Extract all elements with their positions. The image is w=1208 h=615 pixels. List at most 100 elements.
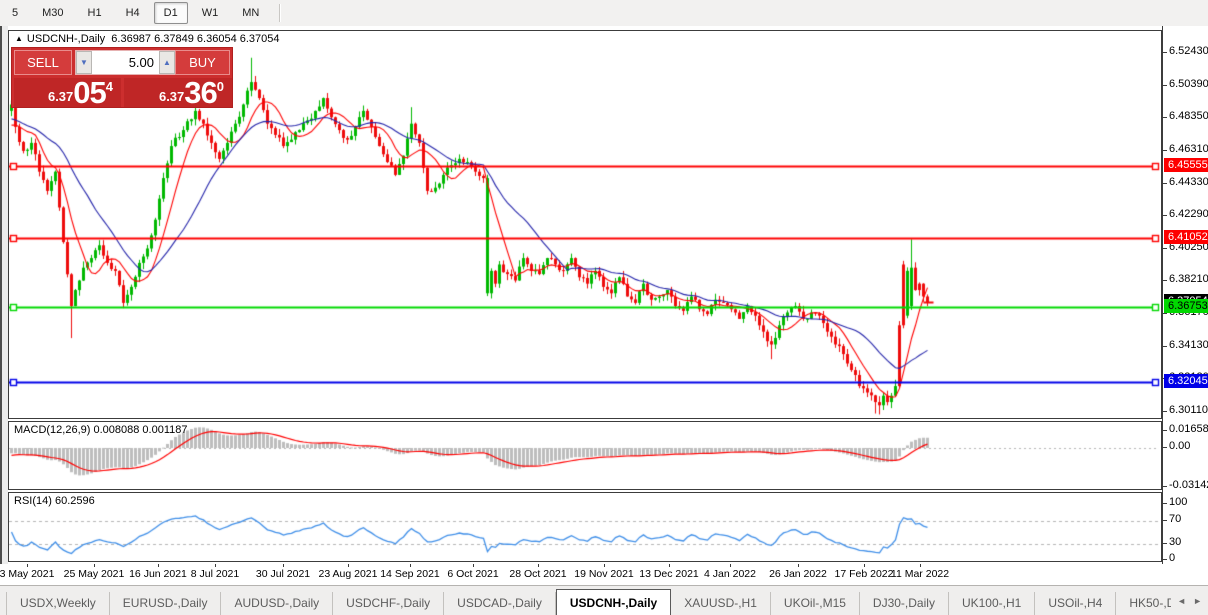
macd-axis-label: -0.031421 — [1169, 479, 1208, 491]
rsi-axis-tick — [1163, 520, 1167, 521]
chart-tab-dj30-daily[interactable]: DJ30-,Daily — [860, 592, 949, 615]
date-axis-label: 28 Oct 2021 — [509, 568, 567, 580]
date-axis-tick — [604, 564, 605, 567]
chart-tab-audusd-daily[interactable]: AUDUSD-,Daily — [221, 592, 334, 615]
chart-tab-eurusd-daily[interactable]: EURUSD-,Daily — [110, 592, 222, 615]
timeframe-button-h4[interactable]: H4 — [116, 2, 150, 24]
tab-scroll-left-button[interactable]: ◄ — [1177, 596, 1186, 606]
price-axis-label: 6.38210 — [1169, 273, 1208, 285]
rsi-label: RSI(14) 60.2596 — [14, 495, 95, 507]
chart-tab-hk50-daily[interactable]: HK50-,Daily — [1116, 592, 1171, 615]
chart-tab-xauusd-h1[interactable]: XAUUSD-,H1 — [671, 592, 771, 615]
buy-price-big: 36 — [184, 78, 217, 107]
date-axis-tick — [920, 564, 921, 567]
timeframe-button-5[interactable]: 5 — [2, 2, 28, 24]
price-axis-tick — [1163, 215, 1167, 216]
date-axis-tick — [730, 564, 731, 567]
date-axis-label: 11 Mar 2022 — [890, 568, 950, 580]
timeframe-button-h1[interactable]: H1 — [78, 2, 112, 24]
date-axis-tick — [158, 564, 159, 567]
price-axis-tick — [1163, 313, 1167, 314]
date-axis-tick — [348, 564, 349, 567]
chart-tab-usdx-weekly[interactable]: USDX,Weekly — [6, 592, 110, 615]
price-axis-tick — [1163, 280, 1167, 281]
price-axis-label: 6.42290 — [1169, 208, 1208, 220]
sell-price-superscript: 4 — [105, 79, 113, 94]
date-axis[interactable]: 3 May 2021 25 May 2021 16 Jun 2021 8 Jul 20… — [0, 564, 1162, 585]
chart-tab-usdchf-daily[interactable]: USDCHF-,Daily — [333, 592, 445, 615]
price-axis-label: 6.34130 — [1169, 339, 1208, 351]
date-axis-label: 13 Dec 2021 — [639, 568, 699, 580]
timeframe-toolbar: 5 M30 H1 H4 D1 W1 MN — [0, 0, 1208, 27]
price-axis-tick — [1163, 183, 1167, 184]
macd-indicator-pane: MACD(12,26,9) 0.008088 0.001187 — [8, 421, 1162, 490]
date-axis-tick — [864, 564, 865, 567]
date-axis-label: 30 Jul 2021 — [255, 568, 311, 580]
price-axis-label: 6.48350 — [1169, 110, 1208, 122]
chart-title-row: ▲ USDCNH-,Daily 6.36987 6.37849 6.36054 6… — [15, 33, 280, 45]
volume-increase-button[interactable]: ▲ — [159, 51, 175, 74]
buy-button[interactable]: BUY — [175, 50, 230, 75]
date-axis-label: 26 Jan 2022 — [769, 568, 827, 580]
resistance-line-tag-2: 6.41052 — [1164, 230, 1208, 244]
price-axis-label: 6.50390 — [1169, 78, 1208, 90]
timeframe-button-d1[interactable]: D1 — [153, 2, 188, 24]
rsi-axis-tick — [1163, 503, 1167, 504]
chart-tab-usoil-h4[interactable]: USOil-,H4 — [1035, 592, 1117, 615]
rsi-axis-tick — [1163, 559, 1167, 560]
macd-axis-tick — [1163, 486, 1167, 487]
chart-tab-usdcad-daily[interactable]: USDCAD-,Daily — [444, 592, 556, 615]
sell-price-big: 05 — [73, 78, 106, 107]
macd-axis-label: 0.016586 — [1169, 423, 1208, 435]
date-axis-label: 4 Jan 2022 — [704, 568, 756, 580]
toolbar-separator — [279, 4, 282, 22]
support-line-tag-green: 6.36753 — [1164, 299, 1208, 313]
price-axis-label: 6.52430 — [1169, 45, 1208, 57]
chart-tab-uk100-h1[interactable]: UK100-,H1 — [949, 592, 1036, 615]
one-click-trade-panel: SELL ▼ ▲ BUY 6.37054 6.37360 — [11, 47, 233, 108]
date-axis-tick — [538, 564, 539, 567]
timeframe-button-w1[interactable]: W1 — [192, 2, 229, 24]
buy-price-display[interactable]: 6.37360 — [124, 78, 232, 107]
date-axis-label: 23 Aug 2021 — [318, 568, 378, 580]
volume-input[interactable] — [92, 51, 159, 74]
price-axis-label: 6.44330 — [1169, 176, 1208, 188]
timeframe-button-mn[interactable]: MN — [232, 2, 269, 24]
price-axis-tick — [1163, 52, 1167, 53]
trading-terminal-window: 5 M30 H1 H4 D1 W1 MN ▲ USDCNH-,Daily 6.36987 6.… — [0, 0, 1208, 615]
price-axis-tick — [1163, 85, 1167, 86]
date-axis-tick — [283, 564, 284, 567]
rsi-axis-label: 0 — [1169, 552, 1176, 564]
date-axis-label: 17 Feb 2022 — [834, 568, 894, 580]
sell-price-display[interactable]: 6.37054 — [14, 78, 121, 107]
date-axis-tick — [94, 564, 95, 567]
price-axis-label: 6.30110 — [1169, 404, 1208, 416]
price-axis[interactable]: 6.52430 6.50390 6.48350 6.46310 6.44330 6.422… — [1162, 26, 1208, 564]
timeframe-button-m30[interactable]: M30 — [32, 2, 73, 24]
date-axis-label: 16 Jun 2021 — [129, 568, 187, 580]
date-axis-tick — [669, 564, 670, 567]
chart-collapse-icon[interactable]: ▲ — [15, 34, 23, 43]
rsi-axis-label: 100 — [1169, 496, 1188, 508]
rsi-axis-label: 30 — [1169, 536, 1182, 548]
price-axis-tick — [1163, 346, 1167, 347]
chart-tab-ukoil-m15[interactable]: UKOil-,M15 — [771, 592, 860, 615]
price-axis-tick — [1163, 248, 1167, 249]
chart-symbol-title: USDCNH-,Daily — [26, 33, 106, 45]
support-line-tag-blue: 6.32045 — [1164, 374, 1208, 388]
chart-tab-usdcnh-daily[interactable]: USDCNH-,Daily — [555, 589, 672, 615]
rsi-canvas[interactable] — [9, 493, 1161, 561]
macd-axis-label: 0.00 — [1169, 440, 1191, 452]
rsi-indicator-pane: RSI(14) 60.2596 — [8, 492, 1162, 562]
chart-tab-bar: USDX,Weekly EURUSD-,Daily AUDUSD-,Daily USD… — [0, 585, 1208, 615]
rsi-axis-label: 70 — [1169, 513, 1182, 525]
volume-decrease-button[interactable]: ▼ — [76, 51, 92, 74]
buy-price-superscript: 0 — [216, 79, 224, 94]
date-axis-tick — [215, 564, 216, 567]
tab-scroll-right-button[interactable]: ► — [1193, 596, 1202, 606]
date-axis-tick — [798, 564, 799, 567]
date-axis-tick — [410, 564, 411, 567]
sell-button[interactable]: SELL — [14, 50, 72, 75]
price-axis-tick — [1163, 117, 1167, 118]
date-axis-label: 8 Jul 2021 — [190, 568, 240, 580]
